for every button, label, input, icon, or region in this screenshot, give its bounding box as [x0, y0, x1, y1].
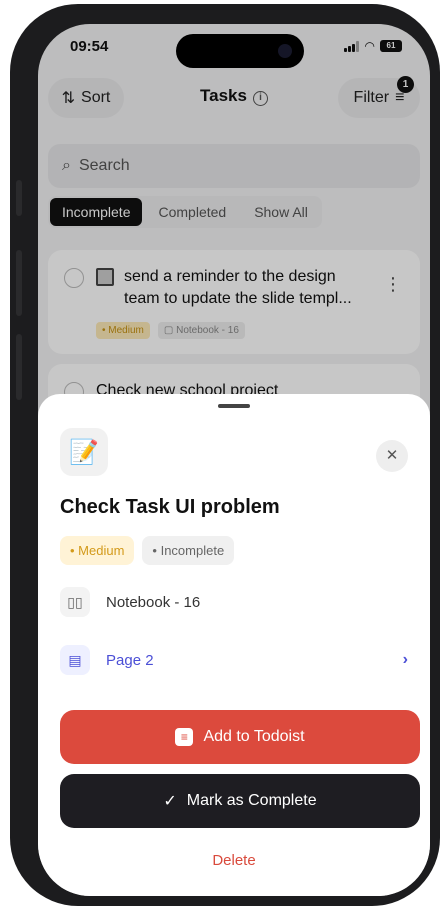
chevron-right-icon: › [402, 651, 408, 668]
status-pills: • Medium • Incomplete [60, 536, 235, 565]
status-badge: • Incomplete [142, 536, 235, 565]
mark-complete-label: Mark as Complete [186, 792, 317, 809]
side-button [16, 180, 22, 216]
page-label: Page 2 [106, 651, 154, 669]
add-to-todoist-button[interactable]: ≡ Add to Todoist [60, 710, 420, 764]
checkmark-icon: ✓ [163, 793, 177, 810]
side-button [16, 250, 22, 316]
drag-handle[interactable] [218, 404, 250, 408]
mark-complete-button[interactable]: ✓ Mark as Complete [60, 774, 420, 828]
add-to-todoist-label: Add to Todoist [203, 728, 305, 745]
delete-button[interactable]: Delete [38, 852, 430, 869]
memo-icon: 📝 [60, 428, 108, 476]
page-row[interactable]: ▤ Page 2 › [60, 642, 408, 678]
sheet-title: Check Task UI problem [60, 496, 280, 518]
todoist-icon: ≡ [175, 728, 194, 746]
book-icon: ▯▯ [60, 587, 90, 617]
notebook-row[interactable]: ▯▯ Notebook - 16 [60, 584, 408, 620]
task-detail-sheet: 📝 ✕ Check Task UI problem • Medium • Inc… [38, 394, 430, 896]
page-icon: ▤ [60, 645, 90, 675]
side-button [16, 334, 22, 400]
phone-frame: 09:54 ◠ 61 ⇅ Sort Tasks i Filter ≡ 1 ⌕ Se… [10, 4, 440, 906]
screen: 09:54 ◠ 61 ⇅ Sort Tasks i Filter ≡ 1 ⌕ Se… [38, 24, 430, 896]
priority-badge: • Medium [60, 536, 135, 565]
close-button[interactable]: ✕ [376, 440, 408, 472]
notebook-label: Notebook - 16 [106, 593, 201, 611]
